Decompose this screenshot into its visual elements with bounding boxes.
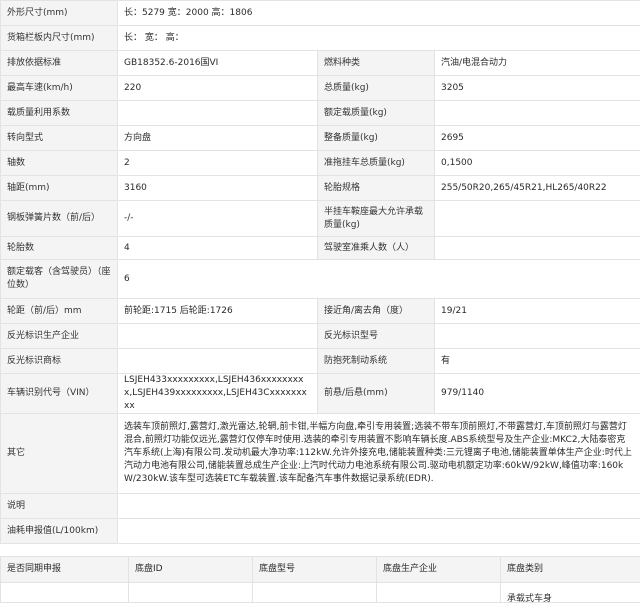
spec-label: 油耗申报值(L/100km)	[0, 518, 118, 544]
spec-label: 货箱栏板内尺寸(mm)	[0, 25, 118, 51]
chassis-table: 是否同期申报 底盘ID 底盘型号 底盘生产企业 底盘类别 承载式车身	[0, 556, 640, 603]
spec-label: 轴数	[0, 150, 118, 176]
spec-label: 车辆识别代号（VIN）	[0, 373, 118, 414]
spec-value: 220	[117, 75, 318, 101]
spec-value: 6	[116, 259, 640, 299]
spec-value: 前轮距:1715 后轮距:1726	[117, 298, 318, 324]
spec-row: 说明	[0, 493, 640, 519]
spec-label: 反光标识生产企业	[0, 323, 118, 349]
spec-label: 轮胎数	[0, 236, 118, 260]
chassis-cell	[128, 582, 253, 603]
spec-value: 有	[433, 348, 640, 374]
spec-label: 反光标识商标	[0, 348, 118, 374]
chassis-header-cell: 是否同期申报	[0, 556, 129, 583]
spec-row: 最高车速(km/h) 220 总质量(kg) 3205	[0, 75, 640, 101]
spec-row: 货箱栏板内尺寸(mm) 长： 宽： 高：	[0, 25, 640, 51]
spec-label: 燃料种类	[317, 50, 435, 76]
spec-value: LSJEH433xxxxxxxxx,LSJEH436xxxxxxxxx,LSJE…	[117, 373, 318, 414]
spec-label: 钢板弹簧片数（前/后）	[0, 200, 118, 237]
spec-label: 前悬/后悬(mm)	[317, 373, 435, 414]
spec-value: -/-	[117, 200, 318, 237]
spec-label: 驾驶室准乘人数（人）	[317, 236, 435, 260]
spec-value: 0,1500	[433, 150, 640, 176]
spec-value: 4	[117, 236, 318, 260]
spec-value	[117, 323, 318, 349]
spec-value: 汽油/电混合动力	[433, 50, 640, 76]
spec-value	[117, 348, 318, 374]
spec-label: 总质量(kg)	[317, 75, 435, 101]
chassis-data-row: 承载式车身	[0, 582, 640, 603]
spec-label: 排放依据标准	[0, 50, 118, 76]
chassis-cell	[0, 582, 129, 603]
spec-label: 转向型式	[0, 125, 118, 151]
spec-value: 2	[117, 150, 318, 176]
spec-value: 3205	[433, 75, 640, 101]
chassis-cell: 承载式车身	[500, 582, 640, 603]
spec-label: 准拖挂车总质量(kg)	[317, 150, 435, 176]
spec-row: 油耗申报值(L/100km)	[0, 518, 640, 544]
spec-label: 最高车速(km/h)	[0, 75, 118, 101]
spec-row: 钢板弹簧片数（前/后） -/- 半挂车鞍座最大允许承载质量(kg)	[0, 200, 640, 237]
spec-value	[116, 493, 640, 519]
spec-label: 外形尺寸(mm)	[0, 0, 118, 26]
spec-label: 接近角/离去角（度）	[317, 298, 435, 324]
spec-value	[116, 518, 640, 544]
spec-label: 轮胎规格	[317, 175, 435, 201]
spec-row: 轴距(mm) 3160 轮胎规格 255/50R20,265/45R21,HL265/…	[0, 175, 640, 201]
spec-row: 车辆识别代号（VIN） LSJEH433xxxxxxxxx,LSJEH436xxx…	[0, 373, 640, 414]
spec-label: 说明	[0, 493, 118, 519]
spec-label: 整备质量(kg)	[317, 125, 435, 151]
spec-table: 外形尺寸(mm) 长：5279 宽：2000 高：1806 货箱栏板内尺寸(mm) 长…	[0, 0, 640, 544]
spec-label: 防抱死制动系统	[317, 348, 435, 374]
spec-label: 轴距(mm)	[0, 175, 118, 201]
spec-label: 额定载客（含驾驶员）（座位数）	[0, 259, 118, 299]
spec-value: 255/50R20,265/45R21,HL265/40R22	[433, 175, 640, 201]
spec-value: 选装车顶前照灯,露营灯,激光雷达,轮辋,前卡钳,半幅方向盘,牵引专用装置;选装不…	[116, 413, 640, 494]
spec-row: 轮距（前/后）mm 前轮距:1715 后轮距:1726 接近角/离去角（度） 19/2…	[0, 298, 640, 324]
spec-label: 反光标识型号	[317, 323, 435, 349]
spec-row: 其它 选装车顶前照灯,露营灯,激光雷达,轮辋,前卡钳,半幅方向盘,牵引专用装置;选…	[0, 413, 640, 494]
spec-row: 轮胎数 4 驾驶室准乘人数（人）	[0, 236, 640, 260]
spec-row: 转向型式 方向盘 整备质量(kg) 2695	[0, 125, 640, 151]
spec-label: 额定载质量(kg)	[317, 100, 435, 126]
spec-value: 979/1140	[433, 373, 640, 414]
chassis-header-cell: 底盘型号	[252, 556, 377, 583]
spec-value	[433, 100, 640, 126]
spec-value	[433, 323, 640, 349]
chassis-header-cell: 底盘类别	[500, 556, 640, 583]
spec-row: 外形尺寸(mm) 长：5279 宽：2000 高：1806	[0, 0, 640, 26]
spec-label: 半挂车鞍座最大允许承载质量(kg)	[317, 200, 435, 237]
spec-row: 轴数 2 准拖挂车总质量(kg) 0,1500	[0, 150, 640, 176]
chassis-cell	[252, 582, 377, 603]
spec-row: 额定载客（含驾驶员）（座位数） 6	[0, 259, 640, 299]
vehicle-spec-sheet: 外形尺寸(mm) 长：5279 宽：2000 高：1806 货箱栏板内尺寸(mm) 长…	[0, 0, 640, 603]
spec-value: GB18352.6-2016国VI	[117, 50, 318, 76]
spec-row: 反光标识商标 防抱死制动系统有	[0, 348, 640, 374]
chassis-category-value: 承载式车身	[507, 594, 553, 603]
spec-row: 排放依据标准 GB18352.6-2016国VI 燃料种类 汽油/电混合动力	[0, 50, 640, 76]
spec-label: 其它	[0, 413, 118, 494]
spec-label: 轮距（前/后）mm	[0, 298, 118, 324]
spec-value: 2695	[433, 125, 640, 151]
spec-value: 方向盘	[117, 125, 318, 151]
spec-value: 3160	[117, 175, 318, 201]
spec-value: 长：5279 宽：2000 高：1806	[116, 0, 640, 26]
chassis-cell	[376, 582, 501, 603]
spec-label: 载质量利用系数	[0, 100, 118, 126]
spec-value: 长： 宽： 高：	[116, 25, 640, 51]
chassis-header-cell: 底盘ID	[128, 556, 253, 583]
spec-row: 反光标识生产企业 反光标识型号	[0, 323, 640, 349]
chassis-header-cell: 底盘生产企业	[376, 556, 501, 583]
spec-value	[117, 100, 318, 126]
spec-row: 载质量利用系数 额定载质量(kg)	[0, 100, 640, 126]
spec-value	[433, 200, 640, 237]
chassis-header-row: 是否同期申报 底盘ID 底盘型号 底盘生产企业 底盘类别	[0, 556, 640, 583]
spec-value	[433, 236, 640, 260]
spec-value: 19/21	[433, 298, 640, 324]
